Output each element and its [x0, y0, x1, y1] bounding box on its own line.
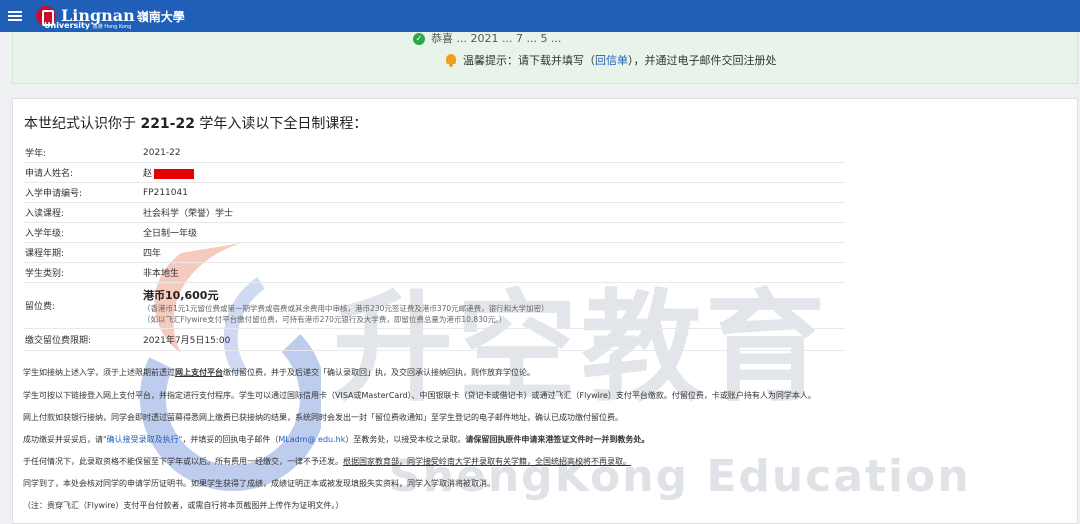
- paragraph-payment-deadline: 学生如接纳上述入学，须于上述限期前透过网上支付平台缴付留位费，并于及后递交「确认…: [23, 368, 535, 377]
- success-message: ✓ 恭喜 ... 2021 ... 7 ... 5 ...: [413, 30, 561, 46]
- info-row-application-no: 入学申请编号: FP211041: [23, 183, 845, 203]
- check-icon: ✓: [413, 33, 425, 45]
- page-title: 本世纪式认识你于 221-22 学年入读以下全日制课程：: [24, 116, 368, 132]
- info-row-name: 申请人姓名: 赵: [23, 163, 845, 183]
- admission-card: 升空教育 ShengKong Education 本世纪式认识你于 221-22…: [12, 98, 1078, 524]
- email-link[interactable]: MLadm@ edu.hk: [278, 435, 345, 444]
- deposit-note-2: （如以飞汇Flywire支付平台缴付留位费，可持有港币270元银行及大学费，即留…: [143, 314, 507, 324]
- info-row-level: 入学年级: 全日制一年级: [23, 223, 845, 243]
- paragraph-payment-confirmation: 网上付款如获银行接纳，同学会即时透过萤幕得悉网上缴费已获接纳的结果，系统同时会发…: [23, 413, 623, 422]
- redacted-name: [154, 168, 195, 179]
- info-row-deadline: 缴交留位费限期: 2021年7月5日15:00: [23, 329, 845, 351]
- info-row-duration: 课程年期: 四年: [23, 243, 845, 263]
- logo-name-cjk: 嶺南大學: [136, 10, 185, 24]
- info-row-programme: 入读课程: 社会科学（荣誉）学士: [23, 203, 845, 223]
- paragraph-note: （注：贵穿飞汇（Flywire）支付平台付款者，或需自行将本页截图并上传作为证明…: [23, 501, 344, 510]
- paragraph-acceptance: 成功缴妥并妥妥后，请"确认接受录取及执行"，并填妥的回执电子邮件（MLadm@ …: [23, 435, 650, 444]
- reminder-line: 温馨提示：请下载并填写（ 回信单 ），并通过电子邮件交回注册处: [445, 52, 777, 68]
- logo-subtitle: University 香港 Hong Kong: [44, 21, 132, 30]
- admission-info-table: 学年: 2021-22 申请人姓名: 赵 入学申请编号: FP211041 入读课程:…: [23, 143, 845, 351]
- bell-icon: [445, 53, 457, 67]
- online-payment-link[interactable]: 网上支付平台: [175, 368, 223, 377]
- paragraph-payment-methods: 学生可按以下链接登入网上支付平台，并指定进行支付程序。学生可以通过国际信用卡（V…: [23, 391, 816, 400]
- menu-icon[interactable]: [8, 11, 22, 21]
- reply-form-link[interactable]: 回信单: [595, 52, 628, 68]
- info-row-student-type: 学生类别: 非本地生: [23, 263, 845, 283]
- deposit-note-1: （香港币1元1元留位费或第一期学费或宿费或其余费用中审核，港币230元签证费及港…: [143, 303, 549, 313]
- confirm-acceptance-link[interactable]: "确认接受录取及执行": [103, 435, 182, 444]
- deposit-amount: 港币10,600元: [143, 288, 219, 302]
- notice-banner: ✓ 恭喜 ... 2021 ... 7 ... 5 ... 温馨提示：请下载并填写…: [12, 32, 1078, 84]
- paragraph-verification: 同学到了，本处会核对同学的申请学历证明书。如果学生获得了成绩，成绩证明正本或被发…: [23, 479, 495, 488]
- info-row-deposit: 留位费: 港币10,600元 （香港币1元1元留位费或第一期学费或宿费或其余费用…: [23, 283, 845, 329]
- top-bar: Lingnan 嶺南大學: [0, 0, 1080, 32]
- info-row-year: 学年: 2021-22: [23, 143, 845, 163]
- paragraph-no-deferral: 于任何情况下，此录取资格不能保留至下学年或以后。所有费用一经缴交，一律不予还发。…: [23, 457, 631, 466]
